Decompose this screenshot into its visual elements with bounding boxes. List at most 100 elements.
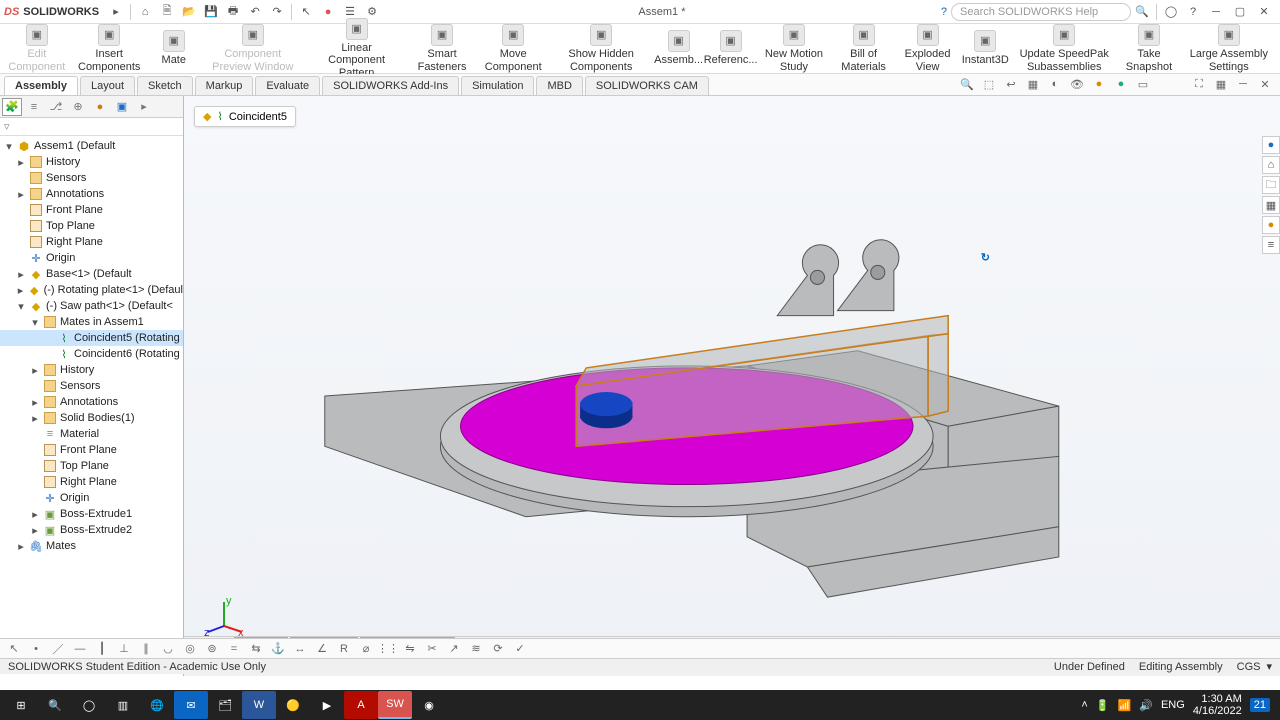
sk-symmetric-icon[interactable]: ⇆ — [248, 641, 264, 657]
sk-parallel-icon[interactable]: ∥ — [138, 641, 154, 657]
taskbar-acrobat-icon[interactable]: A — [344, 691, 378, 719]
cmtab-solidworks-add-ins[interactable]: SOLIDWORKS Add-Ins — [322, 76, 459, 95]
sk-fix-icon[interactable]: ⚓ — [270, 641, 286, 657]
tray-lang[interactable]: ENG — [1161, 699, 1185, 711]
appearance-icon[interactable]: ● — [1090, 75, 1108, 93]
view-palette-icon[interactable]: ▦ — [1262, 196, 1280, 214]
cmd-instant3d[interactable]: ▣Instant3D — [962, 28, 1008, 68]
view-settings-icon[interactable]: ▭ — [1134, 75, 1152, 93]
cmd-speedpak[interactable]: ▣Update SpeedPak Subassemblies — [1014, 22, 1114, 74]
tray-battery-icon[interactable]: 🔋 — [1096, 699, 1110, 712]
tree-node[interactable]: Top Plane — [0, 458, 183, 474]
expand-icon[interactable]: ▸ — [16, 188, 26, 201]
cmd-insert-components[interactable]: ▣Insert Components — [74, 22, 145, 74]
sk-mirror-icon[interactable]: ⇋ — [402, 641, 418, 657]
window-close-icon[interactable]: ✕ — [1252, 1, 1276, 23]
tree-node[interactable]: ✛Origin — [0, 490, 183, 506]
tray-notifications-icon[interactable]: 21 — [1250, 698, 1270, 712]
viewport-close-icon[interactable]: ✕ — [1256, 75, 1274, 93]
sk-equal-icon[interactable]: = — [226, 641, 242, 657]
expand-icon[interactable]: ▸ — [30, 364, 40, 377]
window-minimize-icon[interactable]: ─ — [1204, 1, 1228, 23]
expand-icon[interactable]: ▸ — [30, 396, 40, 409]
status-units[interactable]: CGS — [1237, 661, 1261, 673]
cmd-exploded-view[interactable]: ▣Exploded View — [899, 22, 956, 74]
cmtab-assembly[interactable]: Assembly — [4, 76, 78, 95]
expand-icon[interactable]: ▾ — [16, 300, 26, 313]
cmd-show-hidden[interactable]: ▣Show Hidden Components — [553, 22, 650, 74]
taskbar-media-icon[interactable]: ▶ — [310, 691, 344, 719]
tree-node[interactable]: ▸Solid Bodies(1) — [0, 410, 183, 426]
user-icon[interactable]: ◯ — [1160, 1, 1182, 23]
tree-node[interactable]: ✛Origin — [0, 250, 183, 266]
appearances-tab-icon[interactable]: ● — [1262, 216, 1280, 234]
save-icon[interactable]: 💾 — [200, 1, 222, 23]
display-style-icon[interactable]: ◐ — [1046, 75, 1064, 93]
tree-node[interactable]: Top Plane — [0, 218, 183, 234]
tree-node[interactable]: ≡Material — [0, 426, 183, 442]
dropdown-icon[interactable]: ▸ — [105, 1, 127, 23]
redo-icon[interactable]: ↷ — [266, 1, 288, 23]
taskbar-explorer-icon[interactable]: 🗂 — [208, 691, 242, 719]
tray-volume-icon[interactable]: 🔊 — [1139, 699, 1153, 712]
file-explorer-icon[interactable]: 🗀 — [1262, 176, 1280, 194]
previous-view-icon[interactable]: ↩ — [1002, 75, 1020, 93]
expand-icon[interactable]: ▸ — [16, 268, 26, 281]
sk-pattern-icon[interactable]: ⋮⋮ — [380, 641, 396, 657]
tree-node[interactable]: ⌇Coincident5 (Rotating — [0, 330, 183, 346]
tree-node[interactable]: Right Plane — [0, 474, 183, 490]
tree-node[interactable]: ▾Mates in Assem1 — [0, 314, 183, 330]
expand-icon[interactable]: ▸ — [30, 412, 40, 425]
tree-node[interactable]: ▸Annotations — [0, 186, 183, 202]
sk-trim-icon[interactable]: ✂ — [424, 641, 440, 657]
tray-chevron-icon[interactable]: ˄ — [1081, 699, 1087, 711]
cmtab-solidworks-cam[interactable]: SOLIDWORKS CAM — [585, 76, 709, 95]
section-view-icon[interactable]: ▦ — [1024, 75, 1042, 93]
taskbar-chrome-icon[interactable]: 🟡 — [276, 691, 310, 719]
feature-tree-tab-icon[interactable]: 🧩 — [2, 98, 22, 116]
help-search-input[interactable]: Search SOLIDWORKS Help — [951, 3, 1131, 21]
graphics-viewport[interactable]: ◆ ⌇ Coincident5 — [184, 96, 1280, 676]
tree-node[interactable]: ▸History — [0, 154, 183, 170]
cmd-mate[interactable]: ▣Mate — [151, 28, 197, 68]
home-icon[interactable]: ⌂ — [134, 1, 156, 23]
sk-tangent-icon[interactable]: ◡ — [160, 641, 176, 657]
expand-icon[interactable]: ▸ — [16, 156, 26, 169]
expand-icon[interactable]: ▸ — [16, 284, 25, 297]
task-view-icon[interactable]: ▥ — [106, 691, 140, 719]
sk-dim-icon[interactable]: ↔ — [292, 641, 308, 657]
tree-node[interactable]: ▸Annotations — [0, 394, 183, 410]
taskbar-solidworks-icon[interactable]: SW — [378, 691, 412, 719]
sk-extend-icon[interactable]: ↗ — [446, 641, 462, 657]
viewport-expand-icon[interactable]: ⛶ — [1190, 75, 1208, 93]
tray-wifi-icon[interactable]: 📶 — [1118, 699, 1132, 712]
cam-tab-icon[interactable]: ▣ — [112, 98, 132, 116]
cmd-assembly-features[interactable]: ▣Assemb... — [656, 28, 702, 68]
viewport-min-icon[interactable]: ─ — [1234, 75, 1252, 93]
expand-icon[interactable]: ▸ — [30, 508, 40, 521]
tree-node[interactable]: ▸▣Boss-Extrude1 — [0, 506, 183, 522]
expand-icon[interactable]: ▾ — [4, 140, 14, 153]
display-manager-tab-icon[interactable]: ● — [90, 98, 110, 116]
sk-select-icon[interactable]: ↖ — [6, 641, 22, 657]
status-dropdown-icon[interactable]: ▾ — [1266, 660, 1272, 673]
cmd-move-component[interactable]: ▣Move Component — [480, 22, 547, 74]
custom-props-icon[interactable]: ≡ — [1262, 236, 1280, 254]
tree-node[interactable]: Sensors — [0, 378, 183, 394]
hide-show-icon[interactable]: 👁 — [1068, 75, 1086, 93]
forum-help-icon[interactable]: ? — [1182, 1, 1204, 23]
tree-node[interactable]: Front Plane — [0, 442, 183, 458]
resources-tab-icon[interactable]: ● — [1262, 136, 1280, 154]
taskbar-outlook-icon[interactable]: ✉ — [174, 691, 208, 719]
window-restore-icon[interactable]: ▢ — [1228, 1, 1252, 23]
cmtab-layout[interactable]: Layout — [80, 76, 135, 95]
sk-diameter-icon[interactable]: ⌀ — [358, 641, 374, 657]
cmd-snapshot[interactable]: ▣Take Snapshot — [1120, 22, 1177, 74]
cmd-bom[interactable]: ▣Bill of Materials — [834, 22, 893, 74]
config-manager-tab-icon[interactable]: ⎇ — [46, 98, 66, 116]
tree-node[interactable]: Front Plane — [0, 202, 183, 218]
sk-concentric-icon[interactable]: ◎ — [182, 641, 198, 657]
design-library-icon[interactable]: ⌂ — [1262, 156, 1280, 174]
tree-node[interactable]: ▸◆(-) Rotating plate<1> (Defaul — [0, 282, 183, 298]
tree-node[interactable]: ▾⬢Assem1 (Default — [0, 138, 183, 154]
